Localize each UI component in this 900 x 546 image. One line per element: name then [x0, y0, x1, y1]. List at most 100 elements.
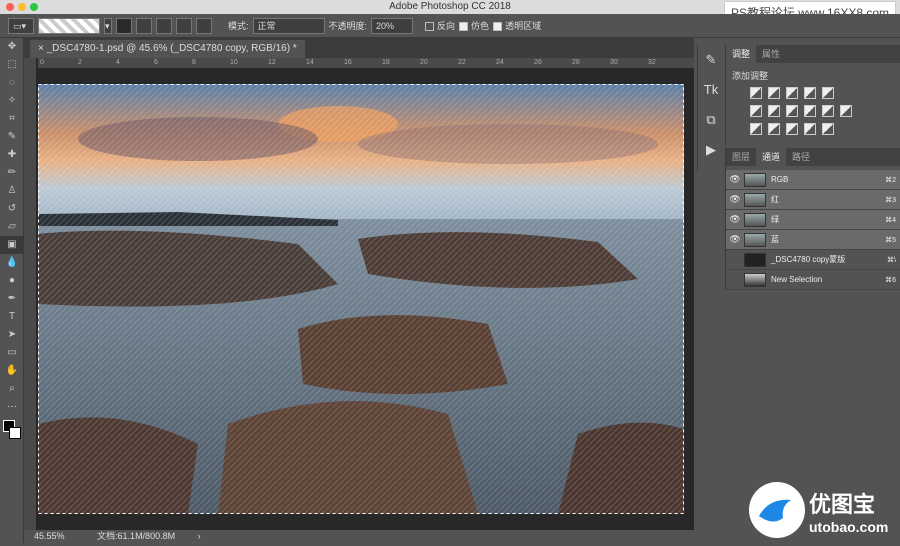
horizontal-ruler: 0 2 4 6 8 10 12 14 16 18 20 22 24 26 28 30 32 — [38, 58, 694, 68]
ruler-tick-label: 26 — [534, 59, 542, 66]
reverse-checkbox[interactable]: 反向 — [425, 19, 455, 32]
ruler-tick-label: 18 — [382, 59, 390, 66]
zoom-tool-icon[interactable]: ⌕ — [0, 380, 24, 398]
close-window-button[interactable] — [6, 3, 14, 11]
ruler-tick-label: 14 — [306, 59, 314, 66]
gradient-map-icon[interactable] — [822, 123, 834, 135]
posterize-icon[interactable] — [768, 123, 780, 135]
add-adjustment-label: 添加调整 — [732, 71, 769, 81]
ruler-tick-label: 6 — [154, 59, 158, 66]
vibrance-icon[interactable] — [822, 87, 834, 99]
ruler-tick-label: 16 — [344, 59, 352, 66]
canvas-image[interactable] — [38, 84, 684, 514]
marquee-tool-icon[interactable]: ⬚ — [0, 56, 24, 74]
move-tool-icon[interactable]: ✥ — [0, 38, 24, 56]
blur-tool-icon[interactable]: 💧 — [0, 254, 24, 272]
healing-brush-icon[interactable]: ✚ — [0, 146, 24, 164]
linear-gradient-icon[interactable] — [116, 17, 132, 34]
opacity-field[interactable]: 20% — [371, 17, 414, 34]
hand-tool-icon[interactable]: ✋ — [0, 362, 24, 380]
shape-tool-icon[interactable]: ▭ — [0, 344, 24, 362]
status-menu-icon[interactable]: › — [198, 531, 201, 541]
hue-saturation-icon[interactable] — [750, 105, 762, 117]
transparency-checkbox[interactable]: 透明区域 — [493, 19, 541, 32]
visibility-eye-icon[interactable]: 👁 — [726, 214, 744, 225]
tab-adjustments[interactable]: 调整 — [726, 45, 757, 63]
eraser-tool-icon[interactable]: ▱ — [0, 218, 24, 236]
dither-checkbox[interactable]: 仿色 — [459, 19, 489, 32]
ruler-tick-label: 8 — [192, 59, 196, 66]
channel-thumbnail — [744, 232, 766, 247]
gradient-tool-icon[interactable]: ▣ — [0, 236, 24, 254]
channel-row-red[interactable]: 👁 红 ⌘3 — [726, 190, 900, 210]
visibility-eye-icon[interactable]: 👁 — [726, 174, 744, 185]
brush-settings-icon[interactable]: ✎ — [698, 45, 724, 75]
visibility-eye-icon[interactable]: 👁 — [726, 194, 744, 205]
ruler-tick-label: 2 — [78, 59, 82, 66]
type-tool-icon[interactable]: T — [0, 308, 24, 326]
stamp-tool-icon[interactable]: ♙ — [0, 182, 24, 200]
ruler-tick-label: 12 — [268, 59, 276, 66]
invert-icon[interactable] — [750, 123, 762, 135]
channel-thumbnail — [744, 192, 766, 207]
ruler-tick-label: 0 — [40, 59, 44, 66]
tab-properties[interactable]: 属性 — [756, 45, 786, 63]
channel-row-blue[interactable]: 👁 蓝 ⌘5 — [726, 230, 900, 250]
color-balance-icon[interactable] — [768, 105, 780, 117]
ruler-tick-label: 10 — [230, 59, 238, 66]
channel-row-mask[interactable]: _DSC4780 copy蒙版 ⌘\ — [726, 250, 900, 270]
channel-row-green[interactable]: 👁 绿 ⌘4 — [726, 210, 900, 230]
black-white-icon[interactable] — [786, 105, 798, 117]
photo-filter-icon[interactable] — [804, 105, 816, 117]
brightness-icon[interactable] — [750, 87, 762, 99]
lasso-tool-icon[interactable]: ◌ — [0, 74, 24, 92]
crop-tool-icon[interactable]: ⌗ — [0, 110, 24, 128]
document-tabs: × _DSC4780-1.psd @ 45.6% (_DSC4780 copy,… — [24, 38, 694, 58]
angle-gradient-icon[interactable] — [156, 17, 172, 34]
history-brush-icon[interactable]: ↺ — [0, 200, 24, 218]
color-lookup-icon[interactable] — [840, 105, 852, 117]
radial-gradient-icon[interactable] — [136, 17, 152, 34]
gradient-picker[interactable] — [38, 17, 100, 34]
gradient-dropdown[interactable]: ▾ — [104, 17, 112, 34]
maximize-window-button[interactable] — [30, 3, 38, 11]
clone-source-icon[interactable]: ⧉ — [698, 105, 724, 135]
eyedropper-tool-icon[interactable]: ✎ — [0, 128, 24, 146]
channel-thumbnail — [744, 272, 766, 287]
curves-icon[interactable] — [786, 87, 798, 99]
path-select-icon[interactable]: ➤ — [0, 326, 24, 344]
channel-mixer-icon[interactable] — [822, 105, 834, 117]
visibility-eye-icon[interactable]: 👁 — [726, 234, 744, 245]
utobao-logo: 优图宝 utobao.com — [745, 478, 900, 543]
tab-layers[interactable]: 图层 — [726, 148, 756, 166]
exposure-icon[interactable] — [804, 87, 816, 99]
zoom-readout[interactable]: 45.55% — [34, 531, 65, 541]
tab-channels[interactable]: 通道 — [756, 148, 787, 166]
selective-color-icon[interactable] — [804, 123, 816, 135]
options-bar: ▭▾ ▾ 模式: 正常 不透明度: 20% 反向 仿色 透明区域 — [0, 14, 900, 38]
more-tools-icon[interactable]: ··· — [0, 398, 24, 416]
reflected-gradient-icon[interactable] — [176, 17, 192, 34]
channel-thumbnail — [744, 212, 766, 227]
levels-icon[interactable] — [768, 87, 780, 99]
dodge-tool-icon[interactable]: ● — [0, 272, 24, 290]
opacity-label: 不透明度: — [328, 21, 368, 31]
ruler-tick-label: 4 — [116, 59, 120, 66]
threshold-icon[interactable] — [786, 123, 798, 135]
ruler-tick-label: 28 — [572, 59, 580, 66]
channel-row-rgb[interactable]: 👁 RGB ⌘2 — [726, 170, 900, 190]
magic-wand-tool-icon[interactable]: ✧ — [0, 92, 24, 110]
character-icon[interactable]: Tk — [698, 75, 724, 105]
color-swatches[interactable] — [0, 416, 24, 446]
document-tab[interactable]: × _DSC4780-1.psd @ 45.6% (_DSC4780 copy,… — [30, 40, 305, 58]
brush-tool-icon[interactable]: ✏ — [0, 164, 24, 182]
status-bar: 45.55% 文档:61.1M/800.8M › — [24, 530, 694, 543]
play-actions-icon[interactable]: ▶ — [698, 135, 724, 165]
gradient-tool-preset[interactable]: ▭▾ — [8, 17, 34, 34]
channel-row-new-selection[interactable]: New Selection ⌘6 — [726, 270, 900, 290]
tab-paths[interactable]: 路径 — [786, 148, 816, 166]
pen-tool-icon[interactable]: ✒ — [0, 290, 24, 308]
minimize-window-button[interactable] — [18, 3, 26, 11]
mode-select[interactable]: 正常 — [252, 17, 325, 34]
diamond-gradient-icon[interactable] — [196, 17, 212, 34]
